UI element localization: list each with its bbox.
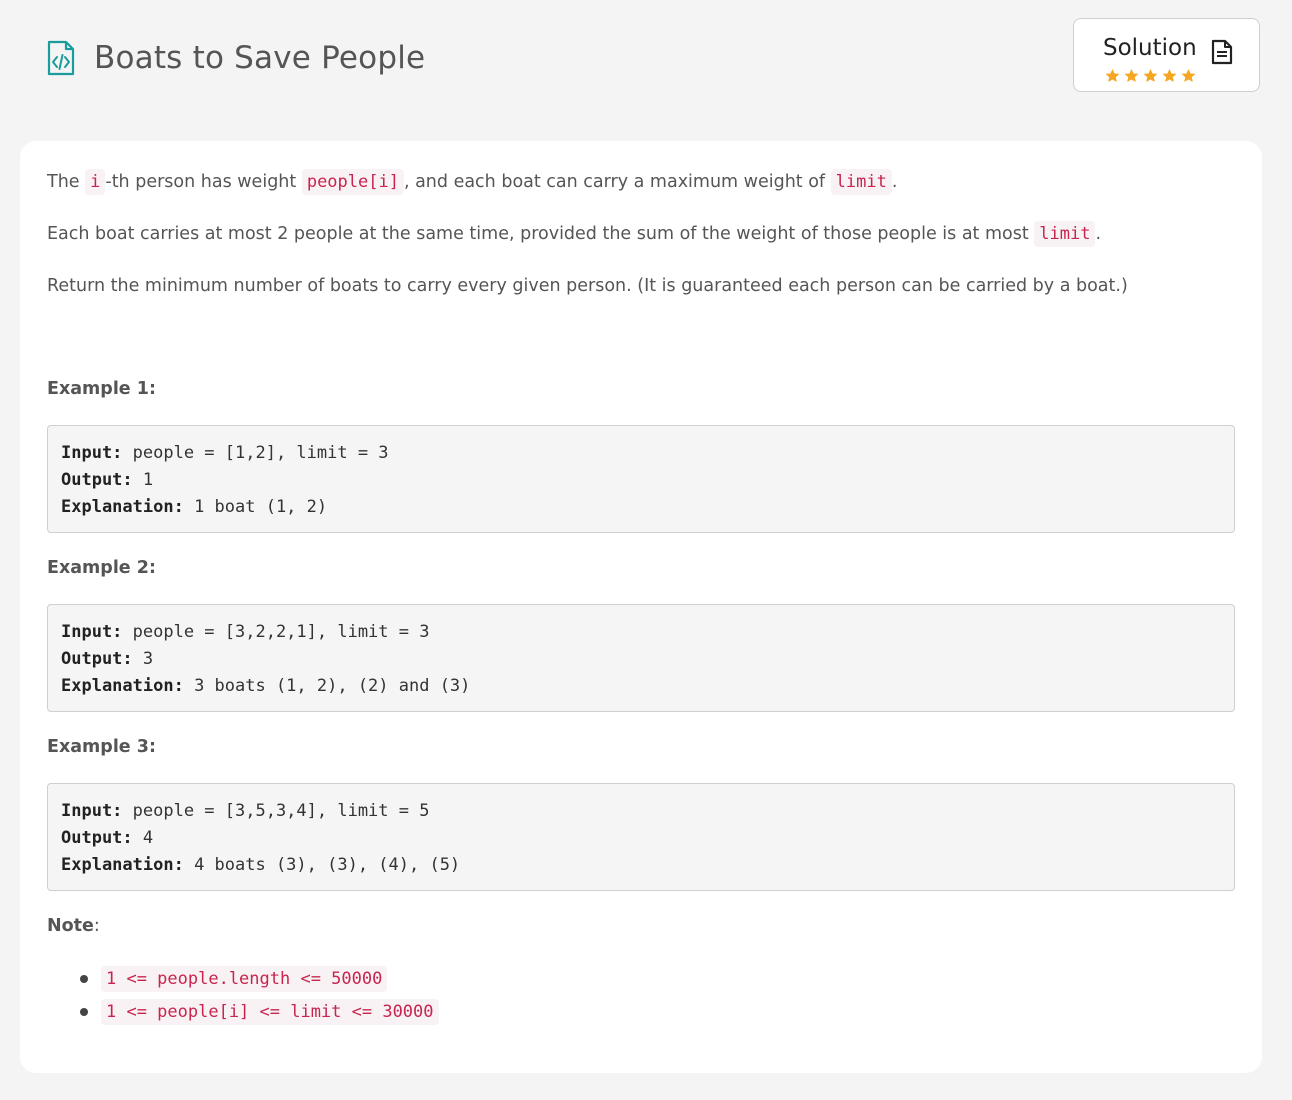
input-value: people = [1,2], limit = 3 xyxy=(122,443,389,463)
example-3-block: Input: people = [3,5,3,4], limit = 5 Out… xyxy=(47,783,1235,891)
input-label: Input: xyxy=(61,443,123,463)
example-2-heading: Example 2: xyxy=(47,558,156,578)
list-item: 1 <= people.length <= 50000 xyxy=(80,965,439,998)
text: The xyxy=(47,172,86,192)
example-3-heading: Example 3: xyxy=(47,737,156,757)
inline-code-i: i xyxy=(85,169,106,195)
constraints-list: 1 <= people.length <= 50000 1 <= people[… xyxy=(80,965,439,1031)
explanation-label: Explanation: xyxy=(61,497,184,517)
star-rating xyxy=(1104,68,1199,84)
text: -th person has weight xyxy=(105,172,302,192)
text: , and each boat can carry a maximum weig… xyxy=(403,172,831,192)
inline-code-people-i: people[i] xyxy=(301,169,404,195)
example-output-line: Output: 4 xyxy=(61,825,1221,852)
code-file-icon xyxy=(47,40,75,76)
description-paragraph-2: Each boat carries at most 2 people at th… xyxy=(47,221,1102,247)
example-input-line: Input: people = [3,5,3,4], limit = 5 xyxy=(61,798,1221,825)
output-label: Output: xyxy=(61,649,133,669)
header: Boats to Save People xyxy=(46,40,425,76)
explanation-label: Explanation: xyxy=(61,676,184,696)
output-label: Output: xyxy=(61,828,133,848)
description-paragraph-3: Return the minimum number of boats to ca… xyxy=(47,276,1128,296)
explanation-value: 3 boats (1, 2), (2) and (3) xyxy=(183,676,471,696)
note-heading: Note: xyxy=(47,916,100,936)
star-icon xyxy=(1162,69,1177,82)
explanation-label: Explanation: xyxy=(61,855,184,875)
document-icon xyxy=(1211,39,1233,65)
star-icon xyxy=(1124,69,1139,82)
input-value: people = [3,5,3,4], limit = 5 xyxy=(122,801,430,821)
page: Boats to Save People Solution The i -th p… xyxy=(0,0,1292,1100)
example-2-block: Input: people = [3,2,2,1], limit = 3 Out… xyxy=(47,604,1235,712)
note-heading-text: Note xyxy=(47,916,94,936)
constraint-code: 1 <= people[i] <= limit <= 30000 xyxy=(101,999,439,1025)
text: . xyxy=(891,172,898,192)
output-label: Output: xyxy=(61,470,133,490)
input-label: Input: xyxy=(61,801,123,821)
example-1-heading: Example 1: xyxy=(47,379,156,399)
solution-button[interactable]: Solution xyxy=(1073,18,1260,92)
star-icon xyxy=(1181,69,1196,82)
output-value: 1 xyxy=(132,470,154,490)
list-item: 1 <= people[i] <= limit <= 30000 xyxy=(80,998,439,1031)
constraint-code: 1 <= people.length <= 50000 xyxy=(101,966,388,992)
inline-code-limit: limit xyxy=(1034,221,1096,247)
input-label: Input: xyxy=(61,622,123,642)
example-input-line: Input: people = [3,2,2,1], limit = 3 xyxy=(61,619,1221,646)
example-explanation-line: Explanation: 3 boats (1, 2), (2) and (3) xyxy=(61,673,1221,700)
explanation-value: 1 boat (1, 2) xyxy=(183,497,328,517)
output-value: 3 xyxy=(132,649,154,669)
note-colon: : xyxy=(93,916,100,936)
star-icon xyxy=(1143,69,1158,82)
output-value: 4 xyxy=(132,828,154,848)
description-paragraph-1: The i -th person has weight people[i], an… xyxy=(47,169,898,195)
text: . xyxy=(1095,224,1102,244)
example-explanation-line: Explanation: 4 boats (3), (3), (4), (5) xyxy=(61,852,1221,879)
example-output-line: Output: 1 xyxy=(61,467,1221,494)
explanation-value: 4 boats (3), (3), (4), (5) xyxy=(183,855,461,875)
text: Each boat carries at most 2 people at th… xyxy=(47,224,1035,244)
example-explanation-line: Explanation: 1 boat (1, 2) xyxy=(61,494,1221,521)
example-output-line: Output: 3 xyxy=(61,646,1221,673)
input-value: people = [3,2,2,1], limit = 3 xyxy=(122,622,430,642)
problem-description-card: The i -th person has weight people[i], an… xyxy=(20,141,1262,1073)
star-icon xyxy=(1105,69,1120,82)
page-title: Boats to Save People xyxy=(94,40,426,76)
inline-code-limit: limit xyxy=(830,169,892,195)
solution-button-label: Solution xyxy=(1103,35,1197,61)
example-1-block: Input: people = [1,2], limit = 3 Output:… xyxy=(47,425,1235,533)
example-input-line: Input: people = [1,2], limit = 3 xyxy=(61,440,1221,467)
